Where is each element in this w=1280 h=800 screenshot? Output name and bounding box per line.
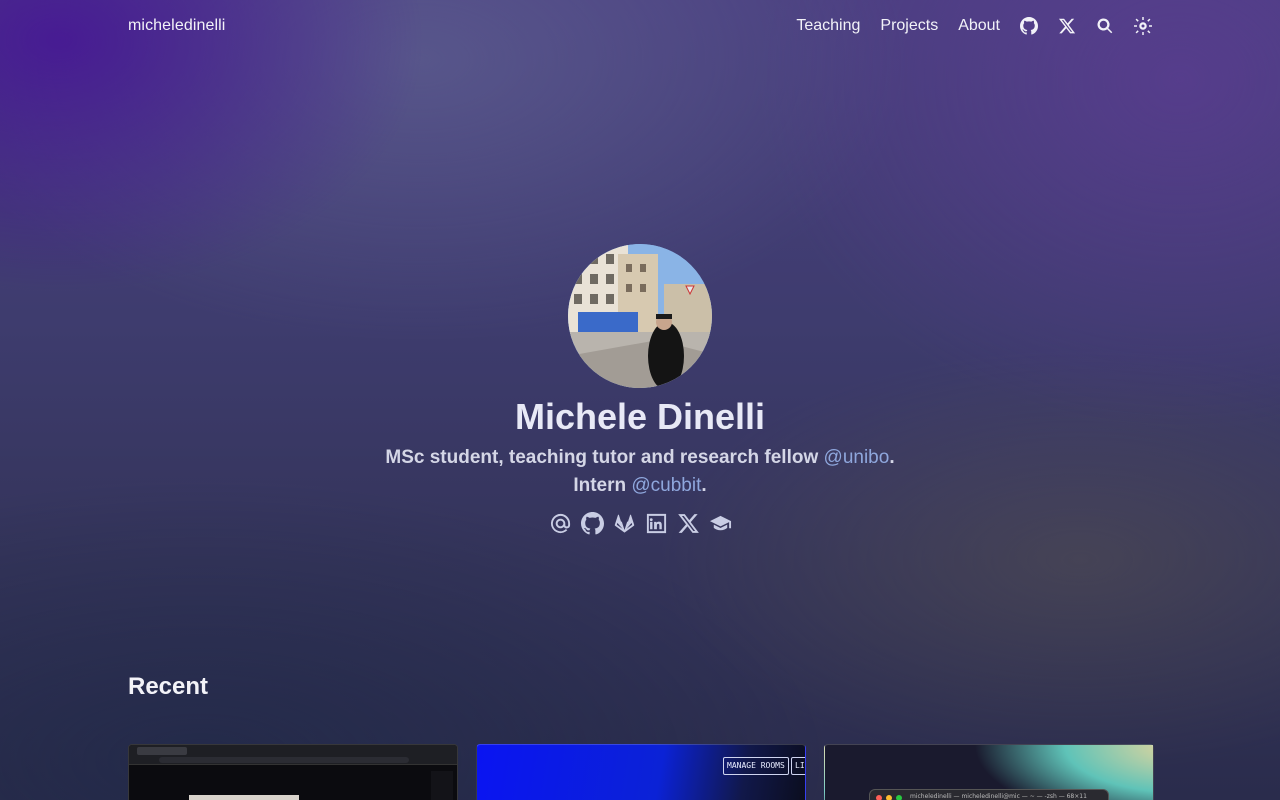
main-nav: Teaching Projects About	[776, 17, 1152, 35]
linkedin-icon[interactable]	[645, 512, 668, 535]
theme-toggle-icon[interactable]	[1134, 17, 1152, 35]
nav-teaching[interactable]: Teaching	[796, 17, 860, 35]
terminal-window: micheledinelli — micheledinelli@mic — ~ …	[869, 789, 1109, 800]
nav-projects[interactable]: Projects	[880, 17, 938, 35]
preview-image	[189, 795, 299, 800]
x-icon[interactable]	[677, 512, 700, 535]
secondary-pill: LI	[791, 757, 805, 775]
brand-link[interactable]: micheledinelli	[128, 17, 225, 35]
manage-rooms-pill: MANAGE ROOMS	[723, 757, 789, 775]
unibo-link[interactable]: @unibo	[824, 447, 890, 468]
bio-text: Intern	[573, 475, 632, 496]
github-icon[interactable]	[580, 512, 604, 535]
cubbit-link[interactable]: @cubbit	[631, 475, 701, 496]
zoom-dot	[896, 795, 902, 800]
avatar	[568, 244, 712, 388]
bio-text: MSc student, teaching tutor and research…	[385, 447, 824, 468]
bio-punct: .	[701, 475, 707, 496]
close-dot	[876, 795, 882, 800]
gitlab-icon[interactable]	[613, 512, 636, 535]
github-icon[interactable]	[1020, 17, 1038, 35]
profile-hero: Michele Dinelli MSc student, teaching tu…	[0, 244, 1280, 535]
site-header: micheledinelli Teaching Projects About	[128, 0, 1152, 52]
bio-line-2: Intern @cubbit.	[0, 472, 1280, 500]
bio-punct: .	[889, 447, 895, 468]
recent-heading: Recent	[128, 673, 209, 700]
preview-sidebar	[431, 771, 453, 800]
scholar-icon[interactable]	[709, 512, 732, 535]
browser-url	[159, 757, 409, 763]
window-controls	[876, 795, 902, 800]
profile-name: Michele Dinelli	[514, 396, 766, 437]
terminal-title: micheledinelli — micheledinelli@mic — ~ …	[910, 793, 1087, 800]
recent-card-2[interactable]: MANAGE ROOMS LI	[476, 744, 806, 800]
recent-cards: MANAGE ROOMS LI micheledinelli — michele…	[128, 744, 1154, 800]
x-icon[interactable]	[1058, 17, 1076, 35]
recent-card-3[interactable]: micheledinelli — micheledinelli@mic — ~ …	[824, 744, 1154, 800]
social-links	[0, 512, 1280, 535]
recent-card-1[interactable]	[128, 744, 458, 800]
email-icon[interactable]	[549, 512, 572, 535]
bio-line-1: MSc student, teaching tutor and research…	[0, 444, 1280, 472]
browser-tab	[137, 747, 187, 755]
search-icon[interactable]	[1096, 17, 1114, 35]
nav-about[interactable]: About	[958, 17, 1000, 35]
minimize-dot	[886, 795, 892, 800]
